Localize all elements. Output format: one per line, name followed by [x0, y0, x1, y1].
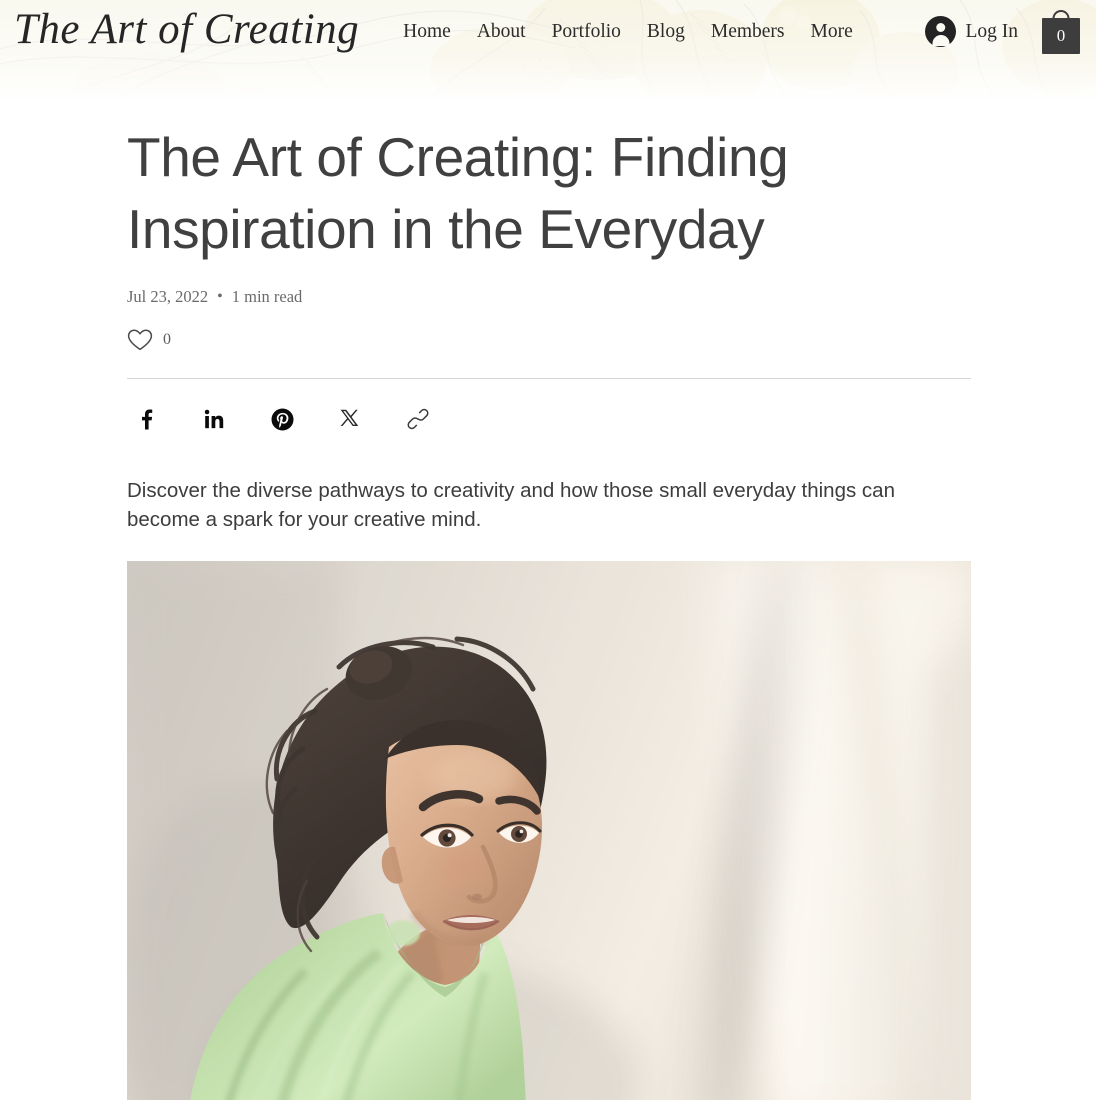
share-linkedin-button[interactable] — [201, 406, 227, 432]
main-navigation: Home About Portfolio Blog Members More — [403, 21, 853, 43]
linkedin-icon — [204, 409, 224, 429]
header-actions: Log In 0 — [925, 8, 1082, 56]
heart-outline-icon — [127, 329, 153, 351]
site-header: The Art of Creating Home About Portfolio… — [0, 0, 1096, 98]
login-label: Log In — [965, 20, 1018, 42]
like-button[interactable]: 0 — [127, 328, 171, 352]
nav-item-blog[interactable]: Blog — [647, 21, 685, 43]
nav-item-portfolio[interactable]: Portfolio — [552, 21, 621, 43]
shopping-cart-button[interactable]: 0 — [1040, 8, 1082, 56]
like-count: 0 — [163, 331, 171, 348]
post-meta: Jul 23, 2022 • 1 min read — [127, 287, 971, 307]
user-avatar-icon — [925, 16, 957, 47]
nav-item-home[interactable]: Home — [403, 21, 451, 43]
meta-separator: • — [217, 288, 223, 305]
post-date: Jul 23, 2022 — [127, 287, 209, 306]
nav-item-members[interactable]: Members — [711, 21, 785, 43]
x-twitter-icon — [340, 409, 359, 426]
cart-item-count: 0 — [1056, 25, 1066, 45]
share-x-twitter-button[interactable] — [337, 406, 363, 432]
content-divider — [127, 378, 971, 379]
facebook-icon — [142, 409, 153, 430]
hero-image-illustration — [127, 561, 971, 1100]
share-pinterest-button[interactable] — [269, 406, 295, 432]
post-body-text: Discover the diverse pathways to creativ… — [127, 479, 895, 532]
copy-link-button[interactable] — [405, 406, 431, 432]
pinterest-icon — [271, 408, 293, 430]
site-logo[interactable]: The Art of Creating — [14, 8, 359, 51]
post-hero-image — [127, 561, 971, 1100]
post-read-time: 1 min read — [231, 287, 303, 306]
share-buttons — [127, 406, 971, 432]
blog-post-article: The Art of Creating: Finding Inspiration… — [0, 98, 1096, 1100]
share-facebook-button[interactable] — [133, 406, 159, 432]
nav-item-more[interactable]: More — [811, 21, 853, 43]
nav-item-about[interactable]: About — [477, 21, 526, 43]
page-title: The Art of Creating: Finding Inspiration… — [127, 126, 789, 260]
login-button[interactable]: Log In — [925, 16, 1018, 47]
link-chain-icon — [407, 408, 429, 430]
